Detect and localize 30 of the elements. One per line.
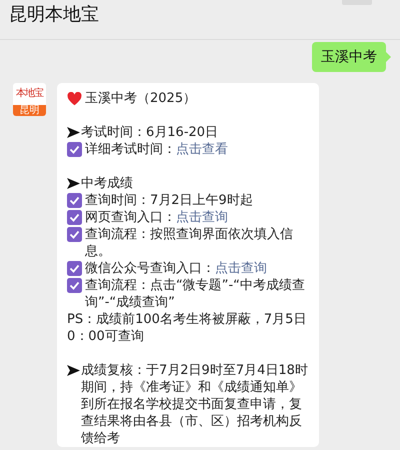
message-text: PS：成绩前100名考生将被屏蔽，7月5日0：00可查询 (67, 311, 308, 345)
message-text: 查询时间：7月2日上午9时起 (85, 192, 254, 209)
checkbox-icon (67, 227, 82, 242)
link[interactable]: 点击查询 (176, 210, 228, 225)
message-text: 微信公众号查询入口：点击查询 (85, 260, 268, 277)
heart-icon (67, 92, 82, 106)
message-text: 成绩复核：于7月2日9时至7月4日18时期间，持《准考证》和《成绩通知单》到所在报名学校提交书面复查申请，复查结果将由各县（市、区）招考机构反馈给考 (81, 362, 309, 447)
message-text: 查询流程：点击“微专题”-“中考成绩查询”-“成绩查询” (85, 277, 306, 311)
chat-title: 昆明本地宝 (9, 3, 99, 26)
link[interactable]: 点击查看 (176, 142, 228, 157)
message-text: 网页查询入口：点击查询 (85, 209, 229, 226)
bubble-tail (386, 52, 391, 62)
message-text: 考试时间：6月16-20日 (81, 124, 220, 141)
checkbox-icon (67, 278, 82, 293)
arrow-icon (67, 178, 80, 189)
checkbox-icon (67, 193, 82, 208)
arrow-icon (67, 127, 80, 138)
arrow-icon (67, 365, 80, 376)
checkbox-icon (67, 142, 82, 157)
logo-city: 昆明 (13, 105, 46, 116)
message-text: 详细考试时间：点击查看 (85, 141, 229, 158)
message-bubble: 玉溪中考 (312, 42, 386, 72)
avatar-logo[interactable]: 本地宝 昆明 (13, 83, 46, 116)
message-text: 中考成绩 (81, 175, 134, 192)
checkbox-icon (67, 210, 82, 225)
message-text: 查询流程：按照查询界面依次填入信息。 (85, 226, 294, 260)
link[interactable]: 点击查询 (215, 261, 267, 276)
logo-text: 本地宝 (15, 88, 44, 100)
checkbox-icon (67, 261, 82, 276)
message-text: 玉溪中考（2025） (85, 90, 198, 107)
